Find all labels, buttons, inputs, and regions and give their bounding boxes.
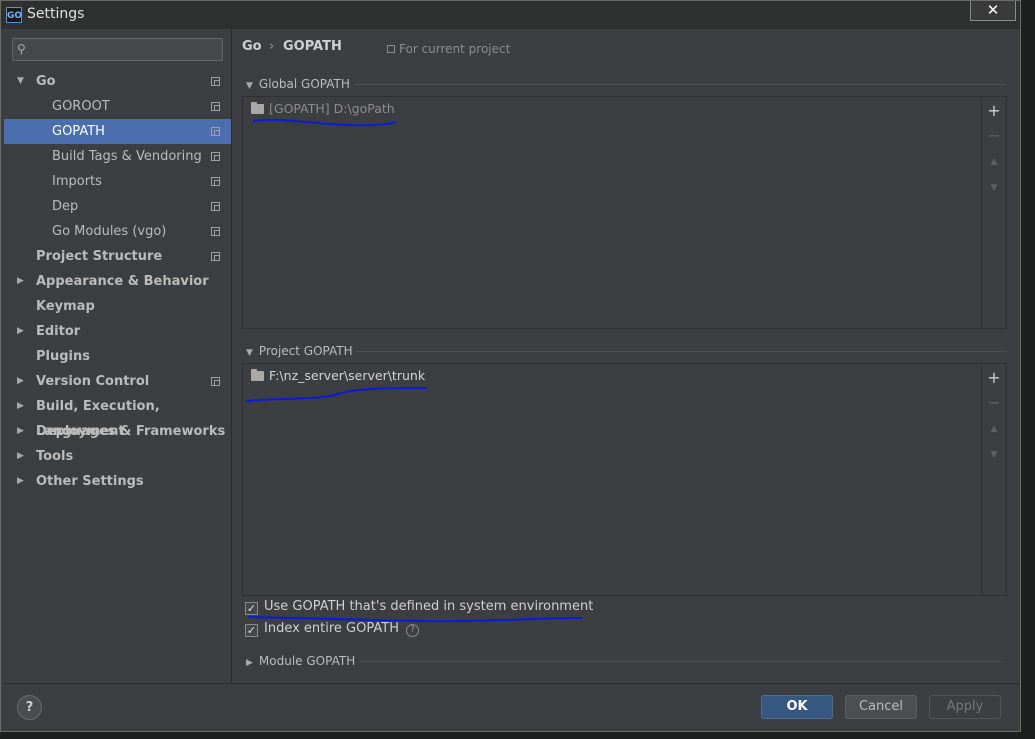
sidebar-item-appearance-behavior[interactable]: ▶ Appearance & Behavior (4, 269, 231, 294)
project-scope-icon (387, 45, 395, 53)
breadcrumb-current: GOPATH (283, 39, 342, 54)
section-divider (354, 84, 1007, 85)
move-down-icon[interactable]: ▼ (982, 180, 1006, 196)
project-gopath-toolbar: + − ▲ ▼ (981, 364, 1006, 595)
project-gopath-entry[interactable]: F:\nz_server\server\trunk (251, 368, 425, 383)
collapse-arrow-icon[interactable]: ▶ (17, 369, 24, 394)
sidebar-item-label: Go (36, 74, 56, 89)
collapse-arrow-icon[interactable]: ▶ (17, 469, 24, 494)
project-level-icon (211, 102, 220, 111)
sidebar-item-go[interactable]: ▼ Go (4, 69, 231, 94)
title-bar[interactable]: GO Settings ✕ (1, 1, 1020, 29)
collapse-triangle-icon: ▶ (246, 658, 253, 668)
collapse-arrow-icon[interactable]: ▶ (17, 419, 24, 444)
sidebar-item-languages-frameworks[interactable]: ▶ Languages & Frameworks (4, 419, 231, 444)
cancel-button[interactable]: Cancel (845, 695, 917, 719)
sidebar-item-label: Imports (52, 174, 102, 189)
close-button[interactable]: ✕ (970, 1, 1016, 21)
sidebar-item-label: Editor (36, 324, 81, 339)
help-button[interactable]: ? (17, 695, 42, 720)
expand-triangle-icon: ▼ (246, 81, 253, 91)
move-down-icon[interactable]: ▼ (982, 447, 1006, 463)
sidebar-item-version-control[interactable]: ▶ Version Control (4, 369, 231, 394)
project-gopath-list[interactable]: F:\nz_server\server\trunk + − ▲ ▼ (242, 363, 1007, 596)
sidebar-item-label: Project Structure (36, 249, 163, 264)
window-title: Settings (27, 6, 85, 22)
sidebar-item-goroot[interactable]: GOROOT (4, 94, 231, 119)
project-level-icon (211, 177, 220, 186)
app-logo-icon: GO (6, 7, 22, 23)
sidebar-item-label: Languages & Frameworks (36, 424, 226, 439)
footer-divider (4, 683, 1019, 684)
sidebar-item-label: Other Settings (36, 474, 144, 489)
collapse-arrow-icon[interactable]: ▶ (17, 319, 24, 344)
ok-button[interactable]: OK (761, 695, 833, 719)
sidebar-item-label: Tools (36, 449, 74, 464)
settings-search-input[interactable]: ⚲ (12, 38, 223, 61)
sidebar-item-build-tags-vendoring[interactable]: Build Tags & Vendoring (4, 144, 231, 169)
project-gopath-header[interactable]: ▼ Project GOPATH (246, 344, 353, 358)
section-divider (356, 351, 1007, 352)
sidebar-item-label: GOROOT (52, 99, 110, 114)
project-level-icon (211, 227, 220, 236)
global-gopath-toolbar: + − ▲ ▼ (981, 97, 1006, 328)
collapse-arrow-icon[interactable]: ▶ (17, 444, 24, 469)
checkbox-checked-icon[interactable]: ✓ (245, 602, 258, 615)
section-divider (358, 661, 1002, 662)
sidebar-item-label: Dep (52, 199, 79, 214)
sidebar-item-imports[interactable]: Imports (4, 169, 231, 194)
checkbox-checked-icon[interactable]: ✓ (245, 624, 258, 637)
module-gopath-header[interactable]: ▶ Module GOPATH (246, 654, 355, 668)
project-level-icon (211, 152, 220, 161)
sidebar-item-editor[interactable]: ▶ Editor (4, 319, 231, 344)
sidebar-item-label: Build Tags & Vendoring (52, 149, 202, 164)
folder-icon (251, 102, 264, 114)
sidebar-item-label: Appearance & Behavior (36, 274, 209, 289)
sidebar-item-other-settings[interactable]: ▶ Other Settings (4, 469, 231, 494)
add-icon[interactable]: + (982, 103, 1006, 119)
sidebar-item-label: Keymap (36, 299, 95, 314)
project-level-icon (211, 252, 220, 261)
collapse-arrow-icon[interactable]: ▶ (17, 269, 24, 294)
global-gopath-list[interactable]: [GOPATH] D:\goPath + − ▲ ▼ (242, 96, 1007, 329)
sidebar-item-gopath[interactable]: GOPATH (4, 119, 231, 144)
project-level-icon (211, 377, 220, 386)
project-scope-label: For current project (387, 42, 510, 56)
global-gopath-entry[interactable]: [GOPATH] D:\goPath (251, 101, 395, 116)
expand-arrow-icon[interactable]: ▼ (17, 69, 24, 94)
expand-triangle-icon: ▼ (246, 348, 253, 358)
sidebar-item-label: Version Control (36, 374, 150, 389)
sidebar-item-tools[interactable]: ▶ Tools (4, 444, 231, 469)
sidebar-item-go-modules-vgo[interactable]: Go Modules (vgo) (4, 219, 231, 244)
breadcrumb-parent[interactable]: Go (242, 39, 262, 54)
sidebar-item-label: GOPATH (52, 124, 105, 139)
sidebar-item-keymap[interactable]: Keymap (4, 294, 231, 319)
sidebar-item-label: Go Modules (vgo) (52, 224, 167, 239)
search-icon: ⚲ (17, 42, 26, 56)
project-level-icon (211, 127, 220, 136)
help-icon[interactable]: ? (405, 624, 419, 637)
index-entire-gopath-checkbox[interactable]: ✓ Index entire GOPATH? (245, 621, 419, 637)
breadcrumb-separator: › (269, 39, 275, 54)
use-system-gopath-checkbox[interactable]: ✓ Use GOPATH that's defined in system env… (245, 599, 593, 615)
project-level-icon (211, 202, 220, 211)
settings-content: Go › GOPATH For current project ▼ Global … (232, 30, 1019, 683)
folder-icon (251, 369, 264, 381)
remove-icon[interactable]: − (982, 395, 1006, 411)
settings-sidebar: ⚲ ▼ Go GOROOT GOPATH Build Tags & Vendoring I… (4, 30, 231, 683)
project-level-icon (211, 77, 220, 86)
move-up-icon[interactable]: ▲ (982, 421, 1006, 437)
move-up-icon[interactable]: ▲ (982, 154, 1006, 170)
remove-icon[interactable]: − (982, 128, 1006, 144)
apply-button[interactable]: Apply (929, 695, 1001, 719)
add-icon[interactable]: + (982, 370, 1006, 386)
sidebar-item-project-structure[interactable]: Project Structure (4, 244, 231, 269)
sidebar-item-label: Plugins (36, 349, 90, 364)
sidebar-item-build-execution-deployment[interactable]: ▶ Build, Execution, Deployment (4, 394, 231, 439)
global-gopath-header[interactable]: ▼ Global GOPATH (246, 77, 350, 91)
sidebar-item-plugins[interactable]: Plugins (4, 344, 231, 369)
collapse-arrow-icon[interactable]: ▶ (17, 394, 24, 419)
sidebar-item-dep[interactable]: Dep (4, 194, 231, 219)
